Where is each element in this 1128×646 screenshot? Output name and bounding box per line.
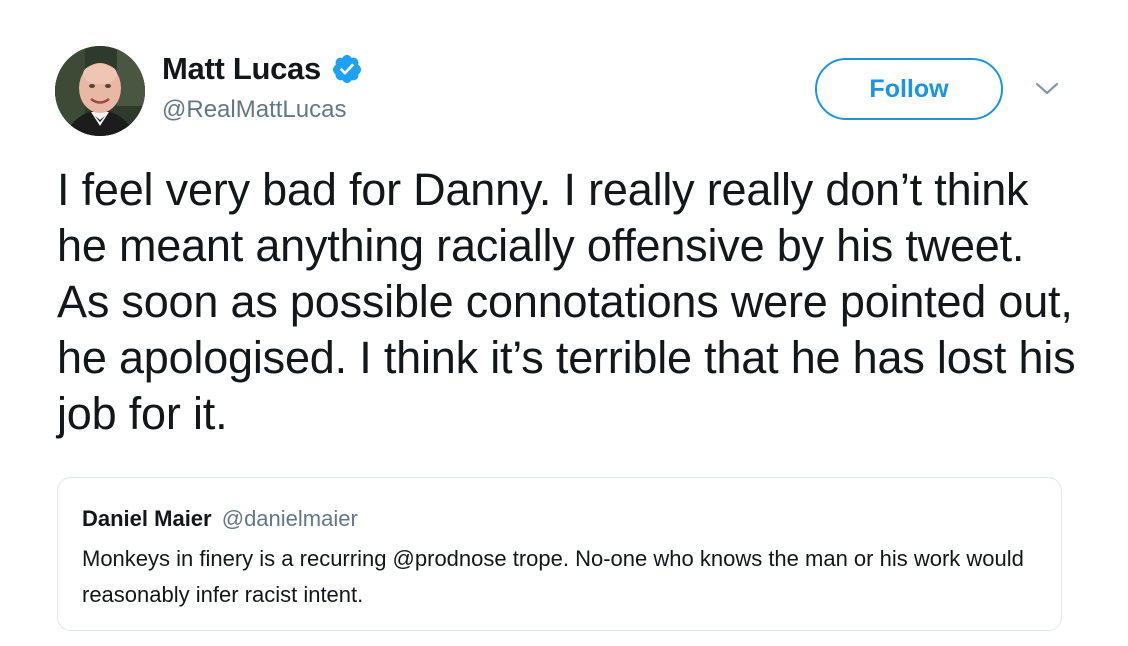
quoted-author-name[interactable]: Daniel Maier: [82, 506, 212, 531]
follow-button[interactable]: Follow: [815, 58, 1003, 120]
avatar[interactable]: [55, 46, 145, 136]
more-options-button[interactable]: [1032, 78, 1062, 104]
tweet-card: Matt Lucas @RealMattLucas Follow I feel …: [0, 0, 1128, 646]
quoted-author-handle[interactable]: @danielmaier: [222, 506, 358, 531]
quoted-tweet-header: Daniel Maier @danielmaier: [82, 505, 358, 533]
chevron-down-icon: [1035, 82, 1059, 101]
author-handle[interactable]: @RealMattLucas: [162, 95, 346, 125]
avatar-photo: [55, 46, 145, 136]
quoted-tweet-card[interactable]: Daniel Maier @danielmaier Monkeys in fin…: [57, 477, 1062, 631]
quoted-tweet-text: Monkeys in finery is a recurring @prodno…: [82, 546, 1024, 607]
author-name-row: Matt Lucas: [162, 50, 363, 88]
author-display-name[interactable]: Matt Lucas: [162, 50, 321, 88]
verified-badge-icon: [331, 53, 363, 85]
tweet-text: I feel very bad for Danny. I really real…: [57, 164, 1076, 439]
